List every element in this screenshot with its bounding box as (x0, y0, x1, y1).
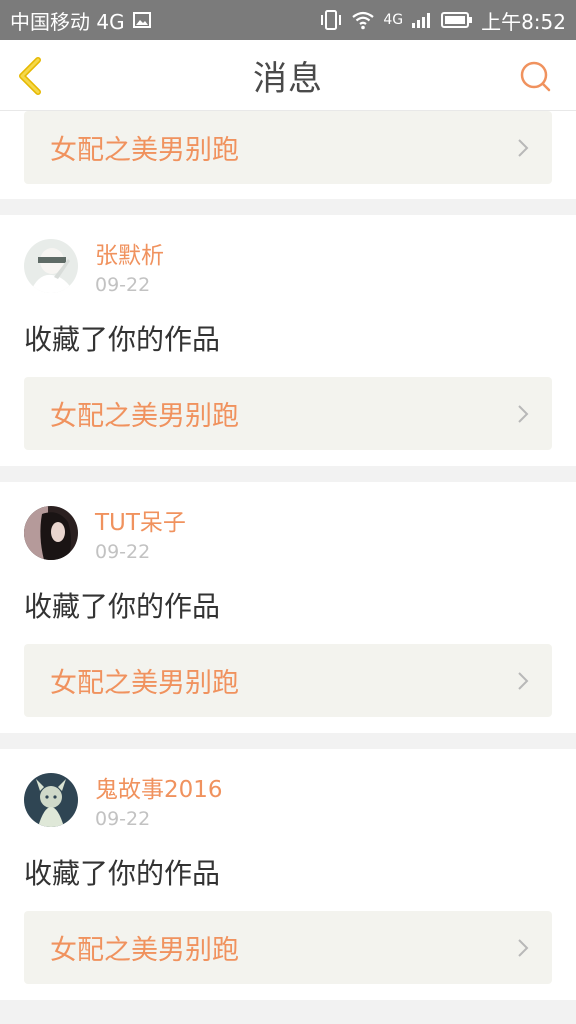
user-row: 张默析 09-22 (24, 239, 552, 301)
username[interactable]: 张默析 (95, 241, 164, 271)
user-meta: TUT呆子 09-22 (95, 506, 186, 566)
clock-label: 上午8:52 (481, 9, 566, 34)
vibrate-icon (319, 9, 343, 31)
chevron-right-icon (516, 137, 530, 159)
message-card: 鬼故事2016 09-22 收藏了你的作品 女配之美男别跑 (0, 749, 576, 1000)
user-row: 鬼故事2016 09-22 (24, 773, 552, 835)
work-link[interactable]: 女配之美男别跑 (24, 111, 552, 184)
message-card-partial: 女配之美男别跑 (0, 111, 576, 199)
chevron-left-icon (19, 57, 41, 95)
message-card: TUT呆子 09-22 收藏了你的作品 女配之美男别跑 (0, 482, 576, 733)
avatar[interactable] (24, 506, 78, 560)
work-link[interactable]: 女配之美男别跑 (24, 911, 552, 984)
work-title: 女配之美男别跑 (50, 135, 239, 166)
avatar-image (24, 239, 78, 293)
chevron-right-icon (516, 937, 530, 959)
user-meta: 鬼故事2016 09-22 (95, 773, 223, 833)
action-text: 收藏了你的作品 (24, 857, 221, 890)
action-text: 收藏了你的作品 (24, 590, 221, 623)
search-icon (520, 61, 551, 92)
signal-icon (411, 11, 433, 29)
user-meta: 张默析 09-22 (95, 239, 164, 299)
avatar-image (24, 506, 78, 560)
message-date: 09-22 (95, 541, 151, 563)
wifi-icon (351, 10, 375, 30)
avatar-image (24, 773, 78, 827)
carrier-label: 中国移动 4G (10, 9, 125, 34)
username[interactable]: 鬼故事2016 (95, 775, 223, 805)
image-icon (132, 12, 151, 28)
message-date: 09-22 (95, 808, 151, 830)
avatar[interactable] (24, 773, 78, 827)
work-title: 女配之美男别跑 (50, 935, 239, 966)
action-text: 收藏了你的作品 (24, 323, 221, 356)
message-card: 张默析 09-22 收藏了你的作品 女配之美男别跑 (0, 215, 576, 466)
search-button[interactable] (518, 59, 554, 95)
message-feed: 女配之美男别跑 张默析 09-22 收藏了你的作品 女配之美男别跑 TUT呆子 … (0, 111, 576, 1000)
page-title: 消息 (253, 58, 323, 99)
back-button[interactable] (14, 54, 50, 98)
status-right: 4G 上午8:52 (319, 6, 566, 35)
user-row: TUT呆子 09-22 (24, 506, 552, 568)
nav-bar: 消息 (0, 40, 576, 111)
page: 中国移动 4G 4G 上午8:52 消息 女配之美男别跑 张默析 09-22 收… (0, 0, 576, 1024)
network-type-label: 4G (383, 12, 404, 28)
username[interactable]: TUT呆子 (95, 508, 186, 538)
status-left: 中国移动 4G (10, 6, 151, 35)
battery-icon (441, 11, 473, 29)
work-link[interactable]: 女配之美男别跑 (24, 377, 552, 450)
status-bar: 中国移动 4G 4G 上午8:52 (0, 0, 576, 40)
work-title: 女配之美男别跑 (50, 401, 239, 432)
chevron-right-icon (516, 670, 530, 692)
chevron-right-icon (516, 403, 530, 425)
work-link[interactable]: 女配之美男别跑 (24, 644, 552, 717)
message-date: 09-22 (95, 274, 151, 296)
avatar[interactable] (24, 239, 78, 293)
work-title: 女配之美男别跑 (50, 668, 239, 699)
